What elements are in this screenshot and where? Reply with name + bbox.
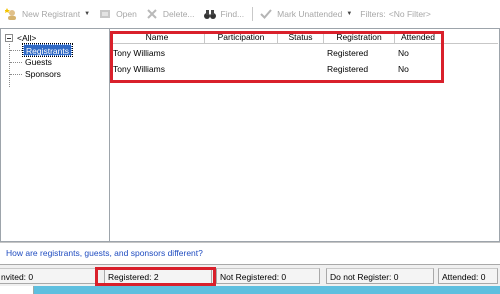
filters-dropdown[interactable]: Filters: <No Filter>: [360, 9, 431, 19]
mark-unattended-label: Mark Unattended: [277, 9, 343, 19]
chevron-down-icon[interactable]: ▼: [346, 11, 352, 17]
toolbar-separator: [252, 7, 254, 21]
help-bar: How are registrants, guests, and sponsor…: [0, 242, 500, 262]
delete-icon: [145, 7, 159, 21]
find-button[interactable]: Find...: [203, 4, 245, 24]
chevron-down-icon[interactable]: ▼: [84, 11, 90, 17]
registrants-grid: Name Participation Status Registration A…: [110, 28, 500, 242]
status-do-not-register: Do not Register: 0: [326, 268, 434, 284]
collapse-icon[interactable]: [5, 34, 13, 42]
star-person-icon: [4, 7, 18, 21]
toolbar: New Registrant ▼ Open Delete... Find... …: [0, 0, 500, 28]
tree-root-label: <All>: [17, 33, 37, 43]
status-bar: nvited: 0 Registered: 2 Not Registered: …: [0, 264, 500, 286]
new-registrant-button[interactable]: New Registrant ▼: [4, 4, 90, 24]
find-label: Find...: [220, 9, 245, 19]
taskbar-left-segment: [0, 286, 34, 294]
new-registrant-label: New Registrant: [22, 9, 81, 19]
mark-unattended-button[interactable]: Mark Unattended ▼: [259, 4, 352, 24]
open-label: Open: [116, 9, 137, 19]
help-link[interactable]: How are registrants, guests, and sponsor…: [6, 248, 203, 258]
tree-connector: [10, 74, 22, 75]
status-not-registered: Not Registered: 0: [216, 268, 320, 284]
status-attended: Attended: 0: [438, 268, 498, 284]
highlight-box: [110, 31, 444, 83]
highlight-box: [95, 267, 216, 286]
tree-root-all[interactable]: <All>: [5, 33, 36, 43]
status-invited: nvited: 0: [0, 268, 98, 284]
checkmark-icon: [259, 7, 273, 21]
tree-item-guests[interactable]: Guests: [23, 56, 54, 68]
tree-item-sponsors[interactable]: Sponsors: [23, 68, 63, 80]
filters-label: Filters:: [360, 9, 386, 19]
delete-button[interactable]: Delete...: [145, 4, 195, 24]
tree-connector: [10, 50, 22, 51]
tree-connector: [10, 62, 22, 63]
delete-label: Delete...: [162, 9, 195, 19]
binoculars-icon: [203, 7, 217, 21]
filters-value: <No Filter>: [388, 9, 431, 19]
tree-item-registrants[interactable]: Registrants: [22, 43, 73, 57]
open-button[interactable]: Open: [98, 4, 137, 24]
taskbar-strip: [0, 286, 500, 294]
category-tree: <All> Registrants Guests Sponsors: [0, 28, 110, 242]
open-icon: [98, 7, 112, 21]
